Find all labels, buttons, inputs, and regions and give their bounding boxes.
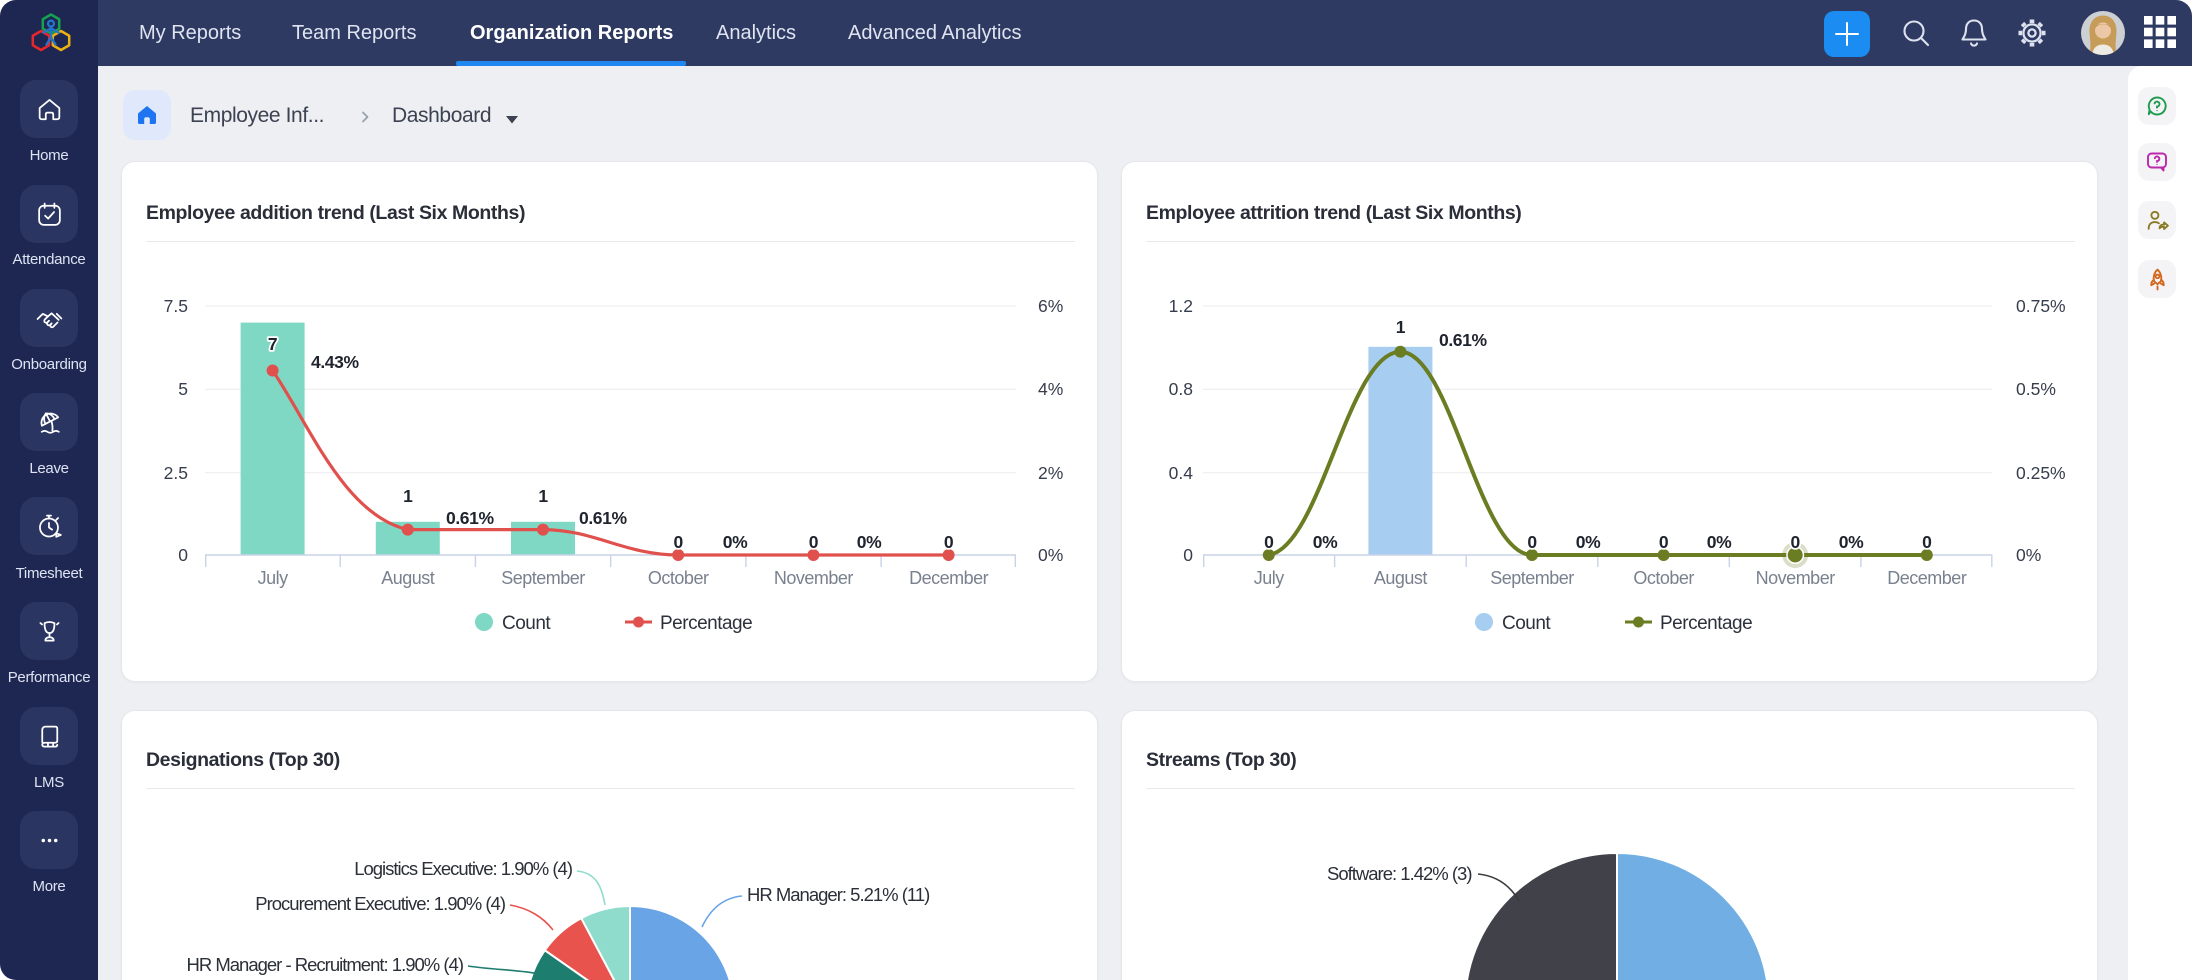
- svg-text:0: 0: [1527, 532, 1537, 552]
- svg-text:Percentage: Percentage: [660, 613, 752, 634]
- svg-text:0: 0: [1791, 532, 1801, 552]
- svg-text:HR Manager - Recruitment: 1.90: HR Manager - Recruitment: 1.90% (4): [186, 954, 463, 975]
- svg-text:0%: 0%: [1038, 545, 1063, 565]
- svg-text:August: August: [381, 568, 435, 588]
- svg-text:Logistics Executive: 1.90% (4): Logistics Executive: 1.90% (4): [354, 858, 573, 879]
- svg-text:0.61%: 0.61%: [1439, 330, 1487, 350]
- svg-text:October: October: [648, 568, 709, 588]
- svg-text:0%: 0%: [1839, 532, 1864, 552]
- svg-text:0: 0: [809, 532, 819, 552]
- svg-text:0.61%: 0.61%: [579, 508, 627, 528]
- svg-text:1: 1: [538, 486, 548, 506]
- svg-text:December: December: [909, 568, 989, 588]
- svg-text:7.5: 7.5: [164, 296, 188, 316]
- svg-text:0: 0: [1264, 532, 1274, 552]
- svg-text:0%: 0%: [2016, 545, 2041, 565]
- svg-text:July: July: [1254, 568, 1285, 588]
- svg-text:0%: 0%: [723, 532, 748, 552]
- svg-text:6%: 6%: [1038, 296, 1063, 316]
- svg-text:2%: 2%: [1038, 463, 1063, 483]
- svg-text:0.61%: 0.61%: [446, 508, 494, 528]
- svg-text:0.25%: 0.25%: [2016, 463, 2066, 483]
- svg-text:Percentage: Percentage: [1660, 613, 1752, 634]
- svg-text:0.5%: 0.5%: [2016, 379, 2056, 399]
- svg-text:Employee addition trend (Last: Employee addition trend (Last Six Months…: [146, 202, 525, 224]
- svg-text:August: August: [1374, 568, 1428, 588]
- svg-text:Procurement Executive: 1.90% (: Procurement Executive: 1.90% (4): [255, 893, 506, 914]
- svg-text:1: 1: [403, 486, 413, 506]
- svg-text:September: September: [1490, 568, 1574, 588]
- svg-text:November: November: [774, 568, 854, 588]
- svg-text:Count: Count: [502, 613, 551, 634]
- svg-text:4.43%: 4.43%: [311, 352, 359, 372]
- svg-text:5: 5: [178, 379, 188, 399]
- svg-text:2.5: 2.5: [164, 463, 188, 483]
- svg-text:0: 0: [674, 532, 684, 552]
- svg-text:September: September: [501, 568, 585, 588]
- svg-text:0: 0: [1183, 545, 1193, 565]
- svg-text:0.4: 0.4: [1169, 463, 1194, 483]
- svg-text:0%: 0%: [1707, 532, 1732, 552]
- svg-text:Software: 1.42% (3): Software: 1.42% (3): [1327, 863, 1472, 884]
- svg-text:1: 1: [1396, 317, 1406, 337]
- svg-text:0: 0: [944, 532, 954, 552]
- svg-text:0.8: 0.8: [1169, 379, 1193, 399]
- svg-text:0%: 0%: [1313, 532, 1338, 552]
- svg-text:November: November: [1756, 568, 1836, 588]
- svg-text:7: 7: [268, 334, 277, 354]
- svg-text:December: December: [1887, 568, 1967, 588]
- svg-text:Count: Count: [1502, 613, 1551, 634]
- svg-text:0%: 0%: [1576, 532, 1601, 552]
- svg-text:4%: 4%: [1038, 379, 1063, 399]
- svg-text:October: October: [1633, 568, 1694, 588]
- svg-text:July: July: [258, 568, 289, 588]
- svg-text:Designations (Top 30): Designations (Top 30): [146, 749, 340, 771]
- svg-text:0: 0: [1922, 532, 1932, 552]
- svg-text:Streams (Top 30): Streams (Top 30): [1146, 749, 1296, 771]
- svg-text:0%: 0%: [857, 532, 882, 552]
- svg-text:0.75%: 0.75%: [2016, 296, 2066, 316]
- svg-text:0: 0: [1659, 532, 1669, 552]
- svg-text:0: 0: [178, 545, 188, 565]
- svg-text:HR Manager: 5.21% (11): HR Manager: 5.21% (11): [747, 884, 930, 905]
- svg-text:Employee attrition trend (Last: Employee attrition trend (Last Six Month…: [1146, 202, 1521, 224]
- svg-text:1.2: 1.2: [1169, 296, 1193, 316]
